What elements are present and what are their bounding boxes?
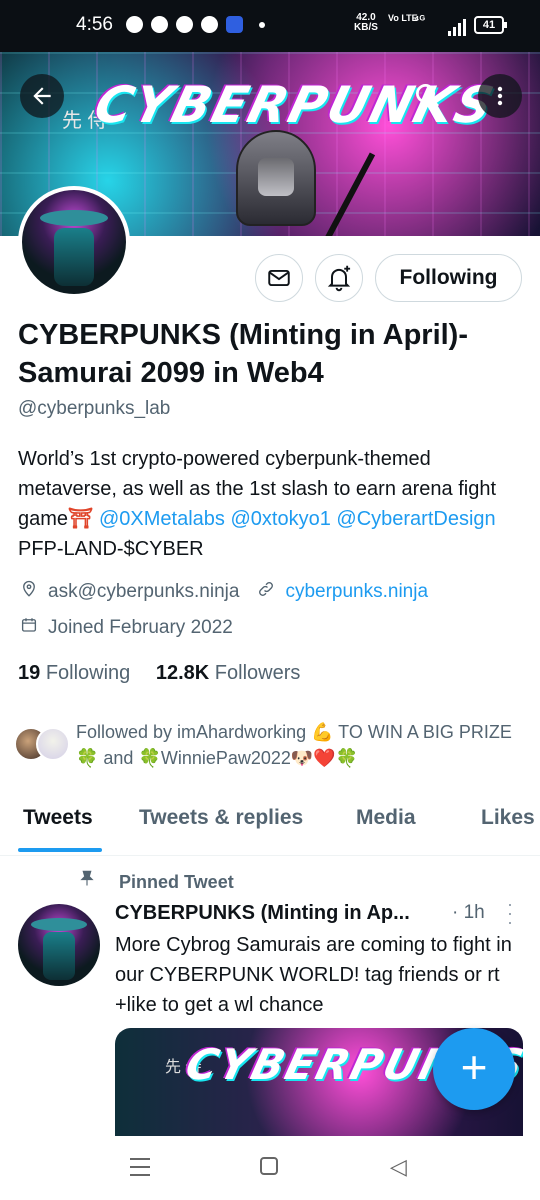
app-icon <box>226 16 243 33</box>
tweet-author-name[interactable]: CYBERPUNKS (Minting in Ap... <box>115 902 410 925</box>
network-type: ⁴ᴳ <box>414 14 425 26</box>
back-triangle-icon[interactable]: ◁ <box>390 1154 407 1180</box>
back-button[interactable] <box>20 74 64 118</box>
profile-name: CYBERPUNKS (Minting in April)-Samurai 20… <box>18 319 468 389</box>
tab-media[interactable]: Media <box>356 806 416 830</box>
status-bar: 4:56 42.0 KB/S Vo LTE ⁴ᴳ 41 <box>0 0 540 52</box>
location-icon <box>18 580 40 603</box>
status-time: 4:56 <box>76 14 113 35</box>
signal-bars-icon <box>448 18 466 36</box>
mention-link[interactable]: @CyberartDesign <box>336 508 495 530</box>
facebook-icon <box>176 16 193 33</box>
tab-tweets[interactable]: Tweets <box>23 806 93 830</box>
followed-by-row[interactable]: Followed by imAhardworking 💪 TO WIN A BI… <box>14 719 524 775</box>
pin-icon <box>78 868 104 893</box>
bell-plus-icon <box>327 265 351 292</box>
recent-apps-icon[interactable] <box>130 1158 150 1176</box>
link-icon <box>255 580 277 603</box>
profile-website-link[interactable]: cyberpunks.ninja <box>285 581 428 603</box>
profile-meta-row: ask@cyberpunks.ninja cyberpunks.ninja <box>18 580 428 603</box>
system-nav-bar: ◁ <box>0 1136 540 1200</box>
more-notifications-dot-icon <box>259 22 265 28</box>
bio-suffix: PFP-LAND-$CYBER <box>18 538 204 560</box>
more-options-button[interactable] <box>478 74 522 118</box>
followers-count-link[interactable]: 12.8K Followers <box>156 662 301 684</box>
mention-link[interactable]: @0xtokyo1 <box>230 508 330 530</box>
message-button[interactable] <box>255 254 303 302</box>
messenger-icon <box>126 16 143 33</box>
tab-likes[interactable]: Likes <box>481 806 535 830</box>
following-count-link[interactable]: 19 Following <box>18 662 130 684</box>
notifications-button[interactable] <box>315 254 363 302</box>
more-vertical-icon <box>497 86 503 106</box>
profile-handle: @cyberpunks_lab <box>18 398 171 419</box>
active-tab-indicator <box>18 848 102 852</box>
profile-joined-row: Joined February 2022 <box>18 616 233 639</box>
profile-joined: Joined February 2022 <box>48 616 233 638</box>
notification-icons <box>126 16 265 33</box>
mention-link[interactable]: @0XMetalabs <box>99 508 225 530</box>
ninja-illustration <box>236 130 316 236</box>
pinned-label-row: Pinned Tweet <box>78 868 234 893</box>
tweet-time: · 1h <box>452 902 485 923</box>
followed-by-text: Followed by imAhardworking 💪 TO WIN A BI… <box>76 722 512 768</box>
sync-icon <box>151 16 168 33</box>
calendar-icon <box>18 616 40 639</box>
follow-counts: 19 Following 12.8K Followers <box>18 662 300 685</box>
arrow-left-icon <box>33 87 51 105</box>
search-button[interactable] <box>406 74 450 118</box>
follower-avatar <box>36 727 70 761</box>
battery-icon: 41 <box>474 16 507 34</box>
net-speed: 42.0 KB/S <box>354 12 378 33</box>
following-button[interactable]: Following <box>375 254 522 302</box>
compose-tweet-button[interactable]: + <box>433 1028 515 1110</box>
torii-emoji: ⛩ <box>68 508 94 530</box>
home-icon[interactable] <box>260 1157 278 1175</box>
tweet-more-icon[interactable]: · · · <box>504 895 516 931</box>
profile-avatar[interactable] <box>18 186 130 298</box>
profile-email: ask@cyberpunks.ninja <box>48 580 240 602</box>
tab-tweets-replies[interactable]: Tweets & replies <box>139 806 303 830</box>
pinned-label: Pinned Tweet <box>119 872 234 892</box>
profile-tabs: Tweets Tweets & replies Media Likes <box>0 796 540 856</box>
profile-bio: World’s 1st crypto-powered cyberpunk-the… <box>18 444 523 564</box>
tweet-text: More Cybrog Samurais are coming to fight… <box>115 934 512 1016</box>
envelope-icon <box>268 269 290 287</box>
search-icon <box>416 84 439 107</box>
touch-icon <box>201 16 218 33</box>
tweet-author-avatar[interactable] <box>18 904 100 986</box>
